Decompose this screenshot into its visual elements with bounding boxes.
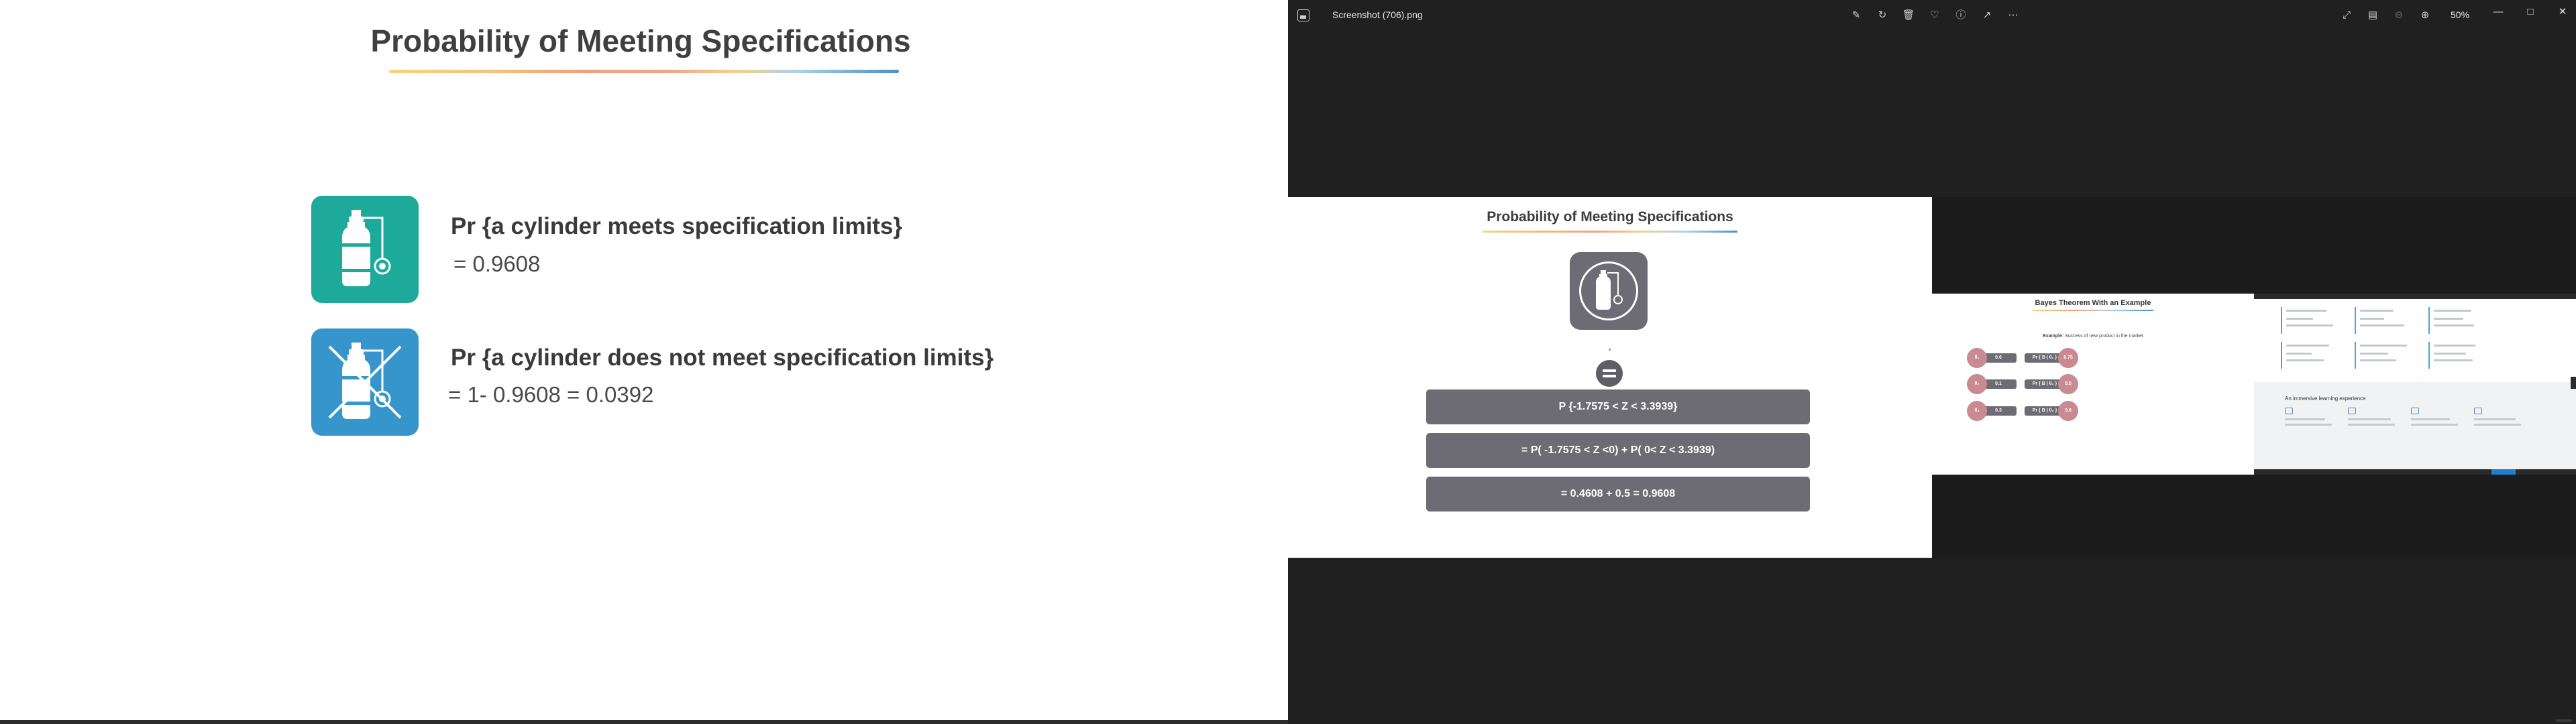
nested-menu-item [2281, 307, 2345, 334]
nested-menu-panel [2254, 299, 2576, 382]
gas-cylinder-crossed-icon [311, 328, 419, 436]
nested-menu-item [2355, 342, 2419, 369]
meets-spec-heading: Pr {a cylinder meets specification limit… [451, 213, 903, 239]
theta-circle: θ₂ [1967, 374, 1987, 394]
nested-heading: An immersive learning experience [2285, 396, 2366, 402]
maximize-icon[interactable]: □ [2522, 4, 2539, 20]
nested-scroll-tab [2571, 377, 2576, 389]
viewer-scroll-thumb[interactable] [2556, 719, 2572, 722]
nested-menu-item [2355, 307, 2419, 334]
nested-menu-item [2428, 307, 2493, 334]
minimize-icon[interactable]: — [2489, 4, 2507, 20]
step-bar: = P( -1.7575 < Z <0) + P( 0< Z < 3.3939) [1426, 433, 1810, 468]
filmstrip-icon[interactable]: ▤ [2365, 8, 2380, 23]
zoom-level[interactable]: 50% [2451, 9, 2469, 20]
nested-feature-card [2411, 408, 2462, 434]
nested-menu-item [2428, 342, 2493, 369]
favorite-icon[interactable]: ♡ [1927, 8, 1942, 23]
nested-feature-card [2474, 408, 2525, 434]
bayes-title: Bayes Theorem With an Example [2035, 299, 2151, 307]
nested-taskbar [2254, 469, 2576, 475]
nested-screenshot-preview: An immersive learning experience [2254, 294, 2576, 475]
photos-viewer-window: Screenshot (706).png ✎ ↻ 🗑 ♡ ⓘ ↗ ⋯ ⤢ ▤ ⊖… [1288, 0, 2576, 724]
theta-circle: θ₁ [1967, 348, 1987, 368]
close-icon[interactable]: ✕ [2554, 4, 2571, 20]
gas-cylinder-icon [311, 196, 419, 303]
presentation-slide: Probability of Meeting Specifications Pr… [0, 0, 1288, 720]
zoom-in-icon[interactable]: ⊕ [2418, 8, 2432, 23]
photos-app-icon[interactable] [1297, 9, 1309, 21]
edit-image-icon[interactable]: ✎ [1849, 8, 1864, 23]
pointer-dot [1609, 349, 1611, 351]
nested-menu-item [2281, 342, 2345, 369]
probability-slide-preview: Probability of Meeting Specifications P … [1288, 197, 1932, 558]
step-bar: P {-1.7575 < Z < 3.3939} [1426, 389, 1810, 424]
fails-spec-heading: Pr {a cylinder does not meet specificati… [451, 345, 994, 371]
image-canvas[interactable]: Probability of Meeting Specifications P … [1288, 197, 2576, 558]
theta-circle: θ₃ [1967, 401, 1987, 421]
more-icon[interactable]: ⋯ [2006, 8, 2021, 23]
taskbar-edge [0, 720, 1288, 724]
gas-cylinder-icon [1570, 252, 1648, 330]
nested-feature-card [2285, 408, 2336, 434]
info-icon[interactable]: ⓘ [1953, 8, 1968, 23]
preview-underline [1483, 231, 1737, 233]
fullscreen-icon[interactable]: ⤢ [2339, 8, 2354, 23]
nested-browser-bar [2254, 294, 2576, 299]
bayes-slide-preview: Bayes Theorem With an Example Example: S… [1932, 294, 2254, 475]
bayes-underline [2033, 310, 2153, 311]
title-underline [389, 70, 899, 73]
delete-icon[interactable]: 🗑 [1901, 8, 1916, 23]
file-name: Screenshot (706).png [1332, 9, 1423, 20]
equals-icon [1596, 360, 1623, 387]
preview-title: Probability of Meeting Specifications [1487, 209, 1733, 225]
viewer-titlebar: Screenshot (706).png ✎ ↻ 🗑 ♡ ⓘ ↗ ⋯ ⤢ ▤ ⊖… [1288, 0, 2576, 32]
nested-feature-card [2348, 408, 2399, 434]
rotate-icon[interactable]: ↻ [1875, 8, 1890, 23]
meets-spec-value: = 0.9608 [453, 251, 541, 276]
likelihood-circle: 0.75 [2058, 348, 2078, 368]
likelihood-circle: 0.5 [2058, 374, 2078, 394]
slide-title: Probability of Meeting Specifications [370, 23, 911, 58]
share-icon[interactable]: ↗ [1980, 8, 1994, 23]
likelihood-circle: 0.8 [2058, 401, 2078, 421]
step-bar: = 0.4608 + 0.5 = 0.9608 [1426, 477, 1810, 511]
bayes-subtitle: Example: Success of new product in the m… [2043, 334, 2143, 339]
zoom-out-icon[interactable]: ⊖ [2392, 8, 2406, 23]
nested-taskbar-accent [2491, 469, 2516, 475]
fails-spec-value: = 1- 0.9608 = 0.0392 [448, 382, 654, 407]
